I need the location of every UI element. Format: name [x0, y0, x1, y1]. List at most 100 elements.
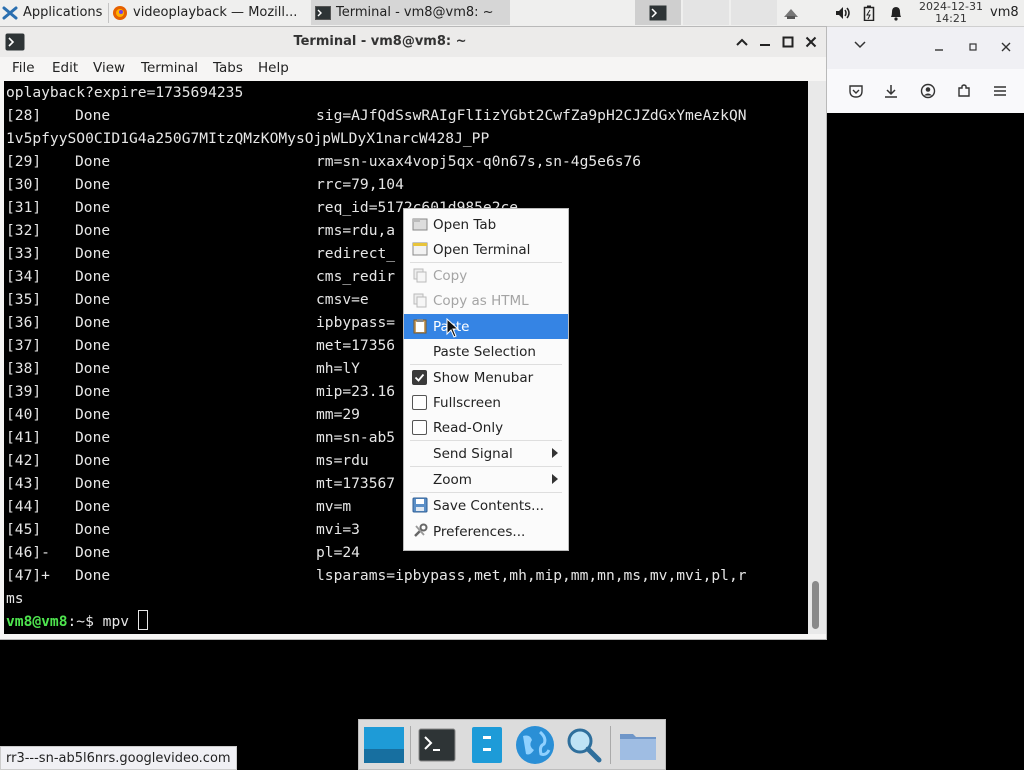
command-input[interactable]: mpv: [103, 613, 138, 630]
menu-item-copy[interactable]: Copy: [404, 263, 568, 288]
menu-item-open-terminal[interactable]: Open Terminal: [404, 237, 568, 262]
terminal-titlebar[interactable]: Terminal - vm8@vm8: ~: [0, 27, 826, 57]
line-col-job: [33]: [6, 245, 42, 262]
preferences-icon: [412, 523, 428, 539]
checkbox-unchecked-icon: [412, 395, 427, 410]
menu-item-paste[interactable]: Paste: [404, 314, 568, 339]
menu-item-fullscreen[interactable]: Fullscreen: [404, 390, 568, 415]
line-col-status: Done: [75, 383, 111, 400]
network-icon[interactable]: [778, 0, 804, 25]
line-col-status: Done: [75, 498, 111, 515]
terminal-line: [39] Done mip=23.16: [6, 380, 395, 403]
line-col-param: mn=sn-ab5: [316, 429, 396, 446]
line-col-status: Done: [75, 521, 111, 538]
menu-item-label: Zoom: [433, 471, 472, 488]
tab-icon: [412, 216, 428, 232]
pocket-icon[interactable]: [848, 83, 864, 103]
menu-item-show-menubar[interactable]: Show Menubar: [404, 365, 568, 390]
firefox-window-fragment: [826, 27, 1024, 113]
new-window-icon: [412, 241, 428, 257]
menu-view[interactable]: View: [93, 60, 125, 76]
battery-icon[interactable]: [859, 0, 879, 25]
prompt-separator: :~$: [67, 613, 103, 630]
dock-item-search[interactable]: [562, 724, 604, 766]
line-col-param: ipbypass=: [316, 314, 396, 331]
terminal-line: 1v5pfyySO0CID1G4a250G7MItzQMzKOMysOjpWLD…: [6, 127, 489, 150]
line-col-param: mv=m: [316, 498, 352, 515]
line-col-status: Done: [75, 314, 111, 331]
dock-item-file-manager[interactable]: [466, 724, 508, 766]
tab-list-icon[interactable]: [854, 39, 866, 54]
line-col-job: [37]: [6, 337, 42, 354]
workspace-1[interactable]: [635, 0, 681, 25]
menu-item-copy-as-html[interactable]: Copy as HTML: [404, 288, 568, 313]
menu-edit[interactable]: Edit: [52, 60, 78, 76]
taskbar-item-firefox[interactable]: videoplayback — Mozill...: [112, 0, 310, 25]
checkbox-checked-icon: [412, 370, 427, 385]
line-col-job: [39]: [6, 383, 42, 400]
scrollbar-thumb[interactable]: [812, 581, 819, 629]
shade-button[interactable]: [733, 33, 751, 51]
menu-item-save-contents[interactable]: Save Contents...: [404, 493, 568, 518]
volume-icon[interactable]: [832, 0, 854, 25]
applications-menu-button[interactable]: Applications: [2, 0, 108, 25]
terminal-line: [46]- Done pl=24: [6, 541, 360, 564]
menu-item-send-signal[interactable]: Send Signal: [404, 441, 568, 466]
xfce-logo-icon: [2, 5, 18, 21]
workspace-3[interactable]: [731, 0, 777, 25]
line-col-status: Done: [75, 429, 111, 446]
line-col-param: mm=29: [316, 406, 360, 423]
terminal-line: [35] Done cmsv=e: [6, 288, 369, 311]
dock-item-terminal[interactable]: [416, 724, 458, 766]
paste-icon: [412, 318, 428, 334]
file-manager-icon: [472, 727, 502, 763]
close-icon[interactable]: [1001, 41, 1011, 56]
line-col-param: pl=24: [316, 544, 360, 561]
hamburger-menu-icon[interactable]: [992, 83, 1008, 103]
maximize-button[interactable]: [779, 33, 797, 51]
terminal-line: [47]+ Done lsparams=ipbypass,met,mh,mip,mm…: [6, 564, 747, 587]
line-col-job: [36]: [6, 314, 42, 331]
user-menu[interactable]: vm8: [990, 0, 1024, 25]
menu-item-label: Show Menubar: [433, 369, 534, 386]
taskbar-item-terminal[interactable]: Terminal - vm8@vm8: ~: [311, 0, 510, 25]
prompt-line: vm8@vm8:~$ mpv: [6, 610, 148, 633]
line-col-param: rm=sn-uxax4vopj5qx-q0n67s,sn-4g5e6s76: [316, 153, 642, 170]
extensions-icon[interactable]: [956, 83, 972, 103]
minimize-button[interactable]: [756, 33, 774, 51]
dock-item-show-desktop[interactable]: [363, 724, 405, 766]
account-icon[interactable]: [920, 83, 936, 103]
menu-terminal[interactable]: Terminal: [141, 60, 198, 76]
menu-tabs[interactable]: Tabs: [213, 60, 243, 76]
maximize-icon[interactable]: [968, 41, 978, 56]
menu-help[interactable]: Help: [258, 60, 289, 76]
menu-item-preferences[interactable]: Preferences...: [404, 519, 568, 544]
menu-file[interactable]: File: [12, 60, 35, 76]
dock-item-web-browser[interactable]: [514, 724, 556, 766]
menu-item-open-tab[interactable]: Open Tab: [404, 212, 568, 237]
workspace-2[interactable]: [683, 0, 729, 25]
clock[interactable]: 2024-12-31 14:21: [912, 0, 990, 25]
dock: [358, 719, 666, 770]
close-button[interactable]: [802, 33, 820, 51]
terminal-scrollbar[interactable]: [808, 81, 826, 634]
line-col-param: redirect_: [316, 245, 396, 262]
terminal-line: [38] Done mh=lY: [6, 357, 360, 380]
line-col-param: rms=rdu,a: [316, 222, 396, 239]
menu-item-paste-selection[interactable]: Paste Selection: [404, 339, 568, 364]
line-col-job: [38]: [6, 360, 42, 377]
dock-item-home-folder[interactable]: [617, 724, 659, 766]
user-name: vm8: [990, 5, 1019, 20]
minimize-icon[interactable]: [934, 41, 944, 56]
downloads-icon[interactable]: [883, 83, 899, 103]
line-col-param: mt=173567: [316, 475, 396, 492]
line-col-param: met=17356: [316, 337, 396, 354]
notification-bell-icon[interactable]: [885, 0, 907, 25]
window-title: Terminal - vm8@vm8: ~: [293, 34, 467, 49]
menu-item-zoom[interactable]: Zoom: [404, 467, 568, 492]
line-col-job: [32]: [6, 222, 42, 239]
terminal-line: [45] Done mvi=3: [6, 518, 360, 541]
menu-item-label: Read-Only: [433, 419, 504, 436]
menu-item-read-only[interactable]: Read-Only: [404, 415, 568, 440]
menu-item-label: Copy: [433, 267, 468, 284]
